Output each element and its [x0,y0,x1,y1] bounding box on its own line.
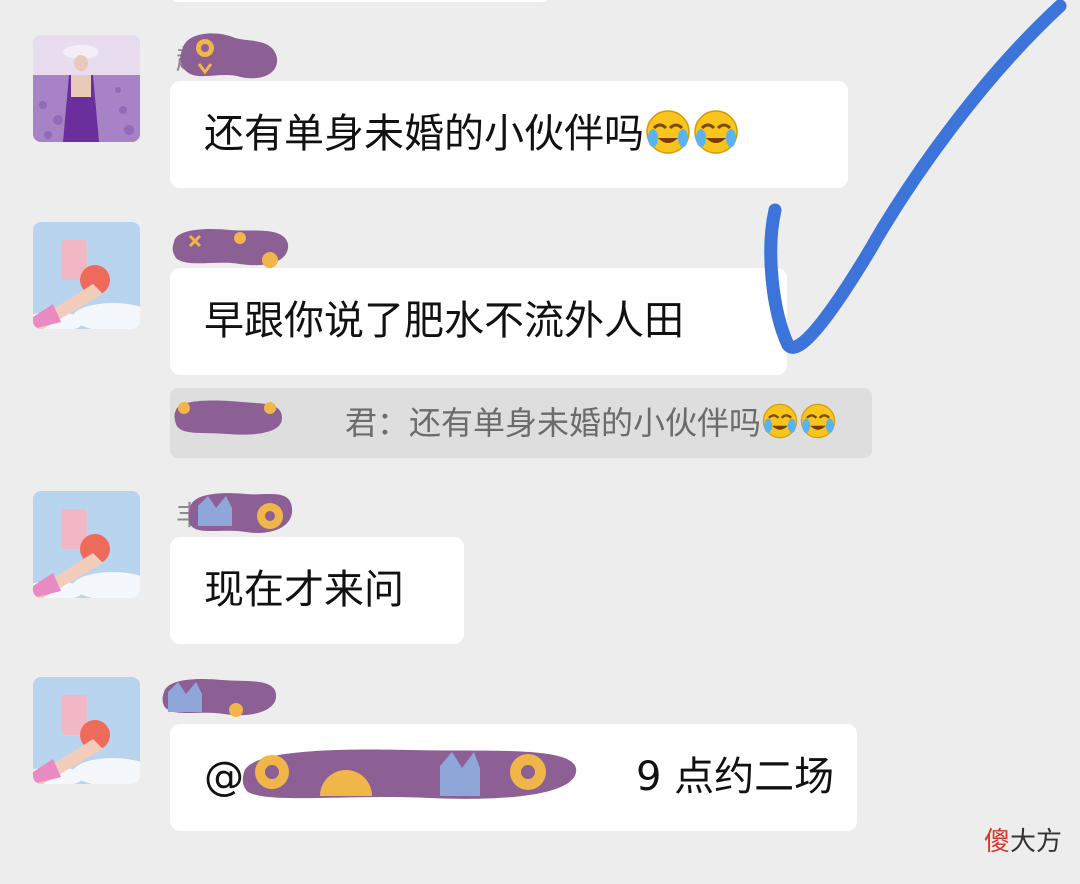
avatar-peach-can[interactable] [33,491,140,598]
avatar-peach-image [33,677,140,784]
message-text: 早跟你说了肥水不流外人田 [204,298,684,344]
message-bubble[interactable]: 还有单身未婚的小伙伴吗 [170,81,848,188]
crying-face-icon [799,402,837,440]
mention-redaction-sticker [240,742,580,814]
avatar-peach-image [33,491,140,598]
watermark: 傻大方 [984,821,1062,858]
message-text: 还有单身未婚的小伙伴吗 [204,111,644,157]
quoted-text: 还有单身未婚的小伙伴吗 [409,404,762,442]
message-bubble[interactable]: 现在才来问 [170,537,464,644]
avatar-lavender-girl[interactable] [33,35,140,142]
name-redaction-sticker [160,672,278,722]
message-text-suffix: 9 点约二场 [636,754,835,800]
watermark-red-char: 傻 [983,827,1010,857]
avatar-peach-can[interactable] [33,677,140,784]
avatar-peach-can[interactable] [33,222,140,329]
quote-name-redaction-sticker [172,394,284,440]
crying-face-icon [644,108,692,156]
quoted-sender-suffix: 君： [345,404,410,442]
message-bubble[interactable]: 早跟你说了肥水不流外人田 [170,268,787,375]
previous-message-bubble-edge [170,0,550,2]
name-redaction-sticker [177,28,279,84]
name-redaction-sticker [170,224,290,270]
avatar-peach-image [33,222,140,329]
crying-face-icon [692,108,740,156]
mention-at-sign: @ [204,754,244,800]
name-redaction-sticker [186,484,294,540]
message-text: 现在才来问 [204,567,404,613]
avatar-lavender-image [33,35,140,142]
crying-face-icon [761,402,799,440]
watermark-text: 大方 [1009,827,1062,857]
